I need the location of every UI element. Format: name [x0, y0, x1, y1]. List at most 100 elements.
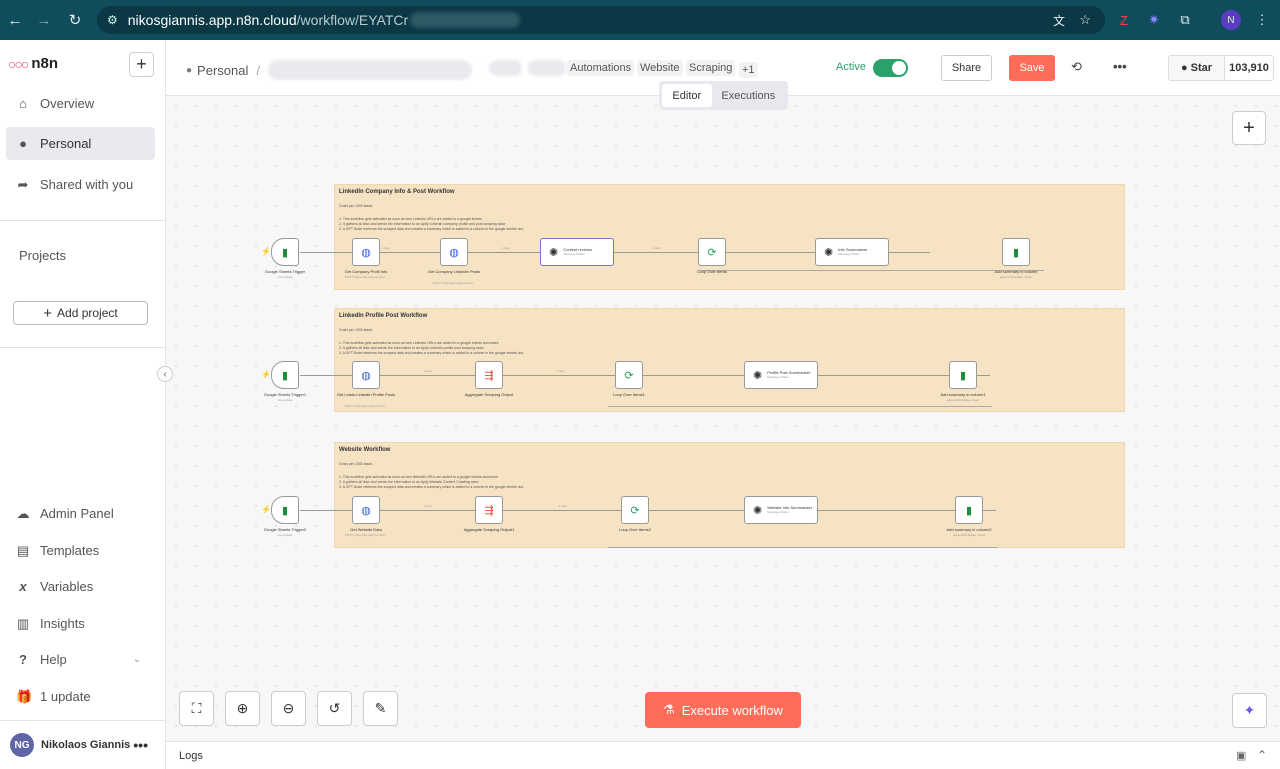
tags-more[interactable]: +1 [739, 62, 758, 78]
home-icon: ⌂ [19, 96, 27, 111]
address-bar[interactable]: ⚙ nikosgiannis.app.n8n.cloud /workflow/E… [97, 6, 1105, 34]
add-project-button[interactable]: + Add project [13, 301, 148, 325]
node-get-leads-linkedin-profile-posts[interactable]: ◍ [352, 361, 380, 389]
avatar: NG [10, 733, 34, 757]
node-add-summary-in-column[interactable]: ▮ [1002, 238, 1030, 266]
reload-icon[interactable]: ↻ [64, 9, 86, 31]
node-get-website-data[interactable]: ◍ [352, 496, 380, 524]
node-profile-post-summarizer[interactable]: ✺ Profile Post Summarizer Message Model [744, 361, 818, 389]
chevron-up-icon[interactable]: ⌃ [1257, 748, 1267, 762]
edge-label: 1 item [423, 369, 433, 373]
node-google-sheets-trigger[interactable]: ▮ [271, 238, 299, 266]
execute-label: Execute workflow [681, 702, 783, 718]
save-button[interactable]: Save [1009, 55, 1055, 81]
collapse-sidebar-button[interactable]: ‹ [157, 366, 173, 382]
trigger-bolt-icon: ⚡ [261, 505, 271, 514]
sidebar-item-overview[interactable]: ⌂ Overview [6, 87, 155, 120]
node-label: Info Summarizer Message Model [838, 247, 867, 257]
sidebar-item-help[interactable]: ? Help ⌄ [6, 643, 155, 676]
node-get-company-profil-info[interactable]: ◍ [352, 238, 380, 266]
sidebar-item-updates[interactable]: 🎁 1 update [6, 680, 155, 713]
node-add-summary-in-column1[interactable]: ▮ [949, 361, 977, 389]
translate-icon[interactable]: 文 [1053, 12, 1065, 29]
history-icon[interactable]: ⟲ [1071, 59, 1082, 75]
connection-line [300, 375, 990, 376]
node-info-summarizer[interactable]: ✺ Info Summarizer Message Model [815, 238, 889, 266]
profile-avatar[interactable]: N [1221, 10, 1241, 30]
bookmark-star-icon[interactable]: ☆ [1079, 12, 1091, 28]
loop-icon: ⟳ [624, 369, 634, 382]
globe-icon: ◍ [449, 246, 459, 259]
active-toggle[interactable] [873, 59, 908, 77]
tidy-up-button[interactable]: ✎ [363, 691, 398, 726]
google-sheets-icon: ▮ [1012, 246, 1020, 259]
sidebar-item-insights[interactable]: ▥ Insights [6, 607, 155, 640]
node-aggregate-scraping-output1[interactable]: ⇶ [475, 496, 503, 524]
zoom-in-button[interactable]: ⊕ [225, 691, 260, 726]
sidebar-item-variables[interactable]: x Variables [6, 570, 155, 603]
tab-executions[interactable]: Executions [712, 84, 785, 107]
tag-automations[interactable]: Automations [567, 60, 635, 76]
broom-icon: ✎ [374, 700, 387, 716]
sidebar-item-templates[interactable]: ▤ Templates [6, 534, 155, 567]
extension-gear-icon[interactable]: ✷ [1144, 10, 1164, 30]
fit-view-button[interactable]: ⛶ [179, 691, 214, 726]
node-label: Google Sheets Trigger [264, 269, 306, 274]
node-aggregate-scraping-output[interactable]: ⇶ [475, 361, 503, 389]
workflow-name-redacted[interactable] [267, 60, 472, 80]
sticky-description: 1. This workflow gets activated as soon … [339, 341, 523, 356]
node-loop-over-items1[interactable]: ⟳ [615, 361, 643, 389]
node-sublabel: Message Model [563, 252, 585, 256]
sidebar-item-personal[interactable]: ● Personal [6, 127, 155, 160]
site-info-icon[interactable]: ⚙ [107, 13, 118, 27]
node-label: Add summary in column [994, 269, 1038, 274]
node-content-revision[interactable]: ✺ Content revision Message Model [540, 238, 614, 266]
trigger-bolt-icon: ⚡ [261, 370, 271, 379]
url-redacted [410, 12, 521, 28]
sidebar-item-admin-panel[interactable]: ☁ Admin Panel [6, 497, 155, 530]
sidebar-item-label: Variables [40, 579, 94, 594]
node-google-sheets-trigger1[interactable]: ▮ [271, 361, 299, 389]
sticky-cost: Costs per 1000 leads: [339, 204, 374, 208]
browser-menu-icon[interactable]: ⋮ [1252, 10, 1272, 30]
edge-label: 1 item [423, 504, 433, 508]
toggle-knob [892, 61, 906, 75]
node-get-company-linkedin-posts[interactable]: ◍ [440, 238, 468, 266]
sidebar-item-label: Personal [40, 136, 92, 151]
execute-workflow-button[interactable]: ⚗ Execute workflow [645, 692, 801, 728]
popout-icon[interactable]: ▣ [1236, 749, 1246, 762]
ai-assistant-button[interactable]: ✦ [1232, 693, 1267, 728]
node-loop-over-items[interactable]: ⟳ [698, 238, 726, 266]
user-menu[interactable]: NG Nikolaos Giannis ••• [10, 733, 160, 757]
extension-z-icon[interactable]: Z [1114, 10, 1134, 30]
reset-zoom-button[interactable]: ↺ [317, 691, 352, 726]
more-options-icon[interactable]: ••• [1113, 59, 1127, 74]
tab-editor[interactable]: Editor [662, 84, 712, 107]
github-star-button[interactable]: ● Star 103,910 [1168, 55, 1274, 81]
zoom-out-button[interactable]: ⊖ [271, 691, 306, 726]
node-loop-over-items2[interactable]: ⟳ [621, 496, 649, 524]
n8n-logo[interactable]: ○○○ n8n [8, 55, 58, 72]
trigger-bolt-icon: ⚡ [261, 247, 271, 256]
loop-icon: ⟳ [707, 246, 717, 259]
forward-icon[interactable]: → [33, 9, 55, 31]
node-website-info-summarizer[interactable]: ✺ Website Info Summarizer Message Model [744, 496, 818, 524]
extensions-puzzle-icon[interactable]: ⧉ [1175, 10, 1195, 30]
node-label: Profile Post Summarizer Message Model [767, 370, 810, 380]
tag-scraping[interactable]: Scraping [686, 60, 736, 76]
add-node-button[interactable]: + [1232, 111, 1266, 145]
node-google-sheets-trigger2[interactable]: ▮ [271, 496, 299, 524]
create-button[interactable]: + [129, 52, 154, 77]
back-icon[interactable]: ← [4, 9, 26, 31]
share-button[interactable]: Share [941, 55, 992, 81]
loop-icon: ⟳ [630, 504, 640, 517]
chevron-down-icon: ⌄ [132, 654, 141, 665]
node-add-summary-in-column2[interactable]: ▮ [955, 496, 983, 524]
breadcrumb[interactable]: ● Personal / [186, 60, 472, 80]
tag-website[interactable]: Website [637, 60, 683, 76]
logs-panel[interactable]: Logs ▣ ⌃ [166, 741, 1280, 769]
sidebar-item-shared[interactable]: ➦ Shared with you [6, 168, 155, 201]
more-icon[interactable]: ••• [133, 737, 148, 753]
workflow-canvas[interactable]: + LinkedIn Company Info & Post Workflow … [166, 96, 1280, 741]
node-sublabel: appendOrUpdate: sheet [946, 398, 980, 402]
